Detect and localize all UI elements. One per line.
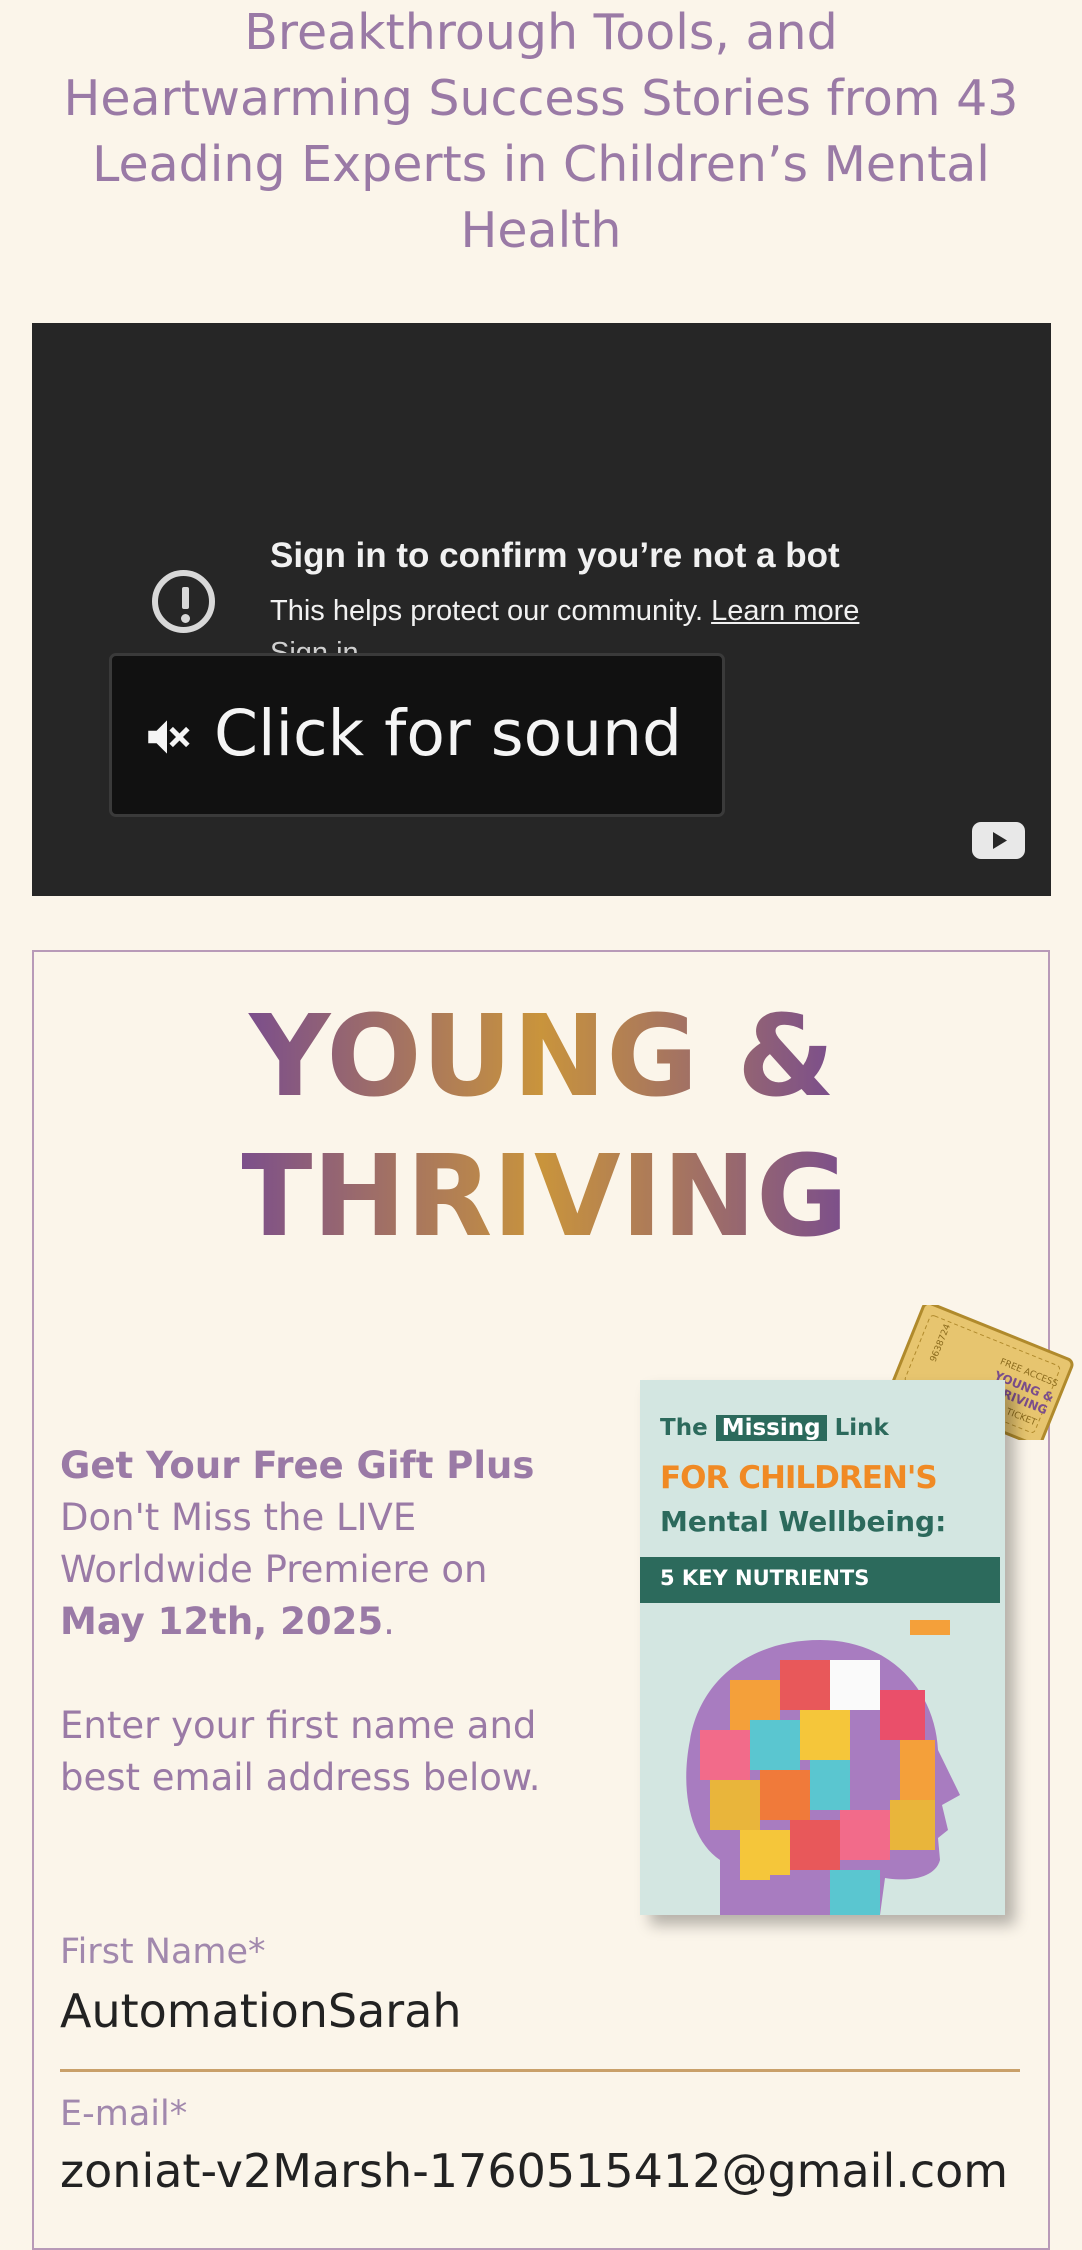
first-name-label: First Name* [60, 1932, 266, 1972]
promo-instruction: best email address below. [60, 1756, 541, 1799]
bot-check-title: Sign in to confirm you’re not a bot [270, 536, 840, 575]
bot-check-text: This helps protect our community. [270, 595, 704, 627]
page-headline: Breakthrough Tools, and Heartwarming Suc… [30, 0, 1052, 264]
book-title-line1: The Missing Link [660, 1415, 889, 1441]
ebook-cover: The Missing Link FOR CHILDREN'S Mental W… [640, 1380, 1005, 1915]
first-name-input[interactable] [60, 1980, 1020, 2042]
promo-heading: Get Your Free Gift Plus [60, 1444, 535, 1487]
alert-icon [152, 570, 215, 633]
svg-text:YOUNG &: YOUNG & [247, 992, 835, 1122]
sound-button-label: Click for sound [214, 697, 683, 770]
promo-line: Worldwide Premiere on [60, 1548, 488, 1591]
bot-check-subtitle: This helps protect our community. Learn … [270, 595, 859, 628]
headline-line: Breakthrough Tools, and [244, 4, 838, 61]
headline-line: Health [460, 202, 622, 259]
premiere-date: May 12th, 2025 [60, 1600, 384, 1643]
muted-speaker-icon [148, 720, 190, 754]
young-thriving-logo: YOUNG & THRIVING [236, 990, 848, 1262]
puzzle-head-illustration [686, 1620, 960, 1915]
book-title-line2: FOR CHILDREN'S [660, 1460, 938, 1496]
book-band: 5 KEY NUTRIENTS [640, 1557, 1000, 1603]
svg-text:THRIVING: THRIVING [242, 1132, 842, 1252]
email-label: E-mail* [60, 2094, 188, 2134]
click-for-sound-button[interactable]: Click for sound [109, 653, 725, 817]
first-name-underline [60, 2069, 1020, 2072]
headline-line: Heartwarming Success Stories from 43 [63, 70, 1019, 127]
headline-line: Leading Experts in Children’s Mental [92, 136, 990, 193]
promo-line: Don't Miss the LIVE [60, 1496, 417, 1539]
email-input[interactable] [60, 2140, 1020, 2202]
video-player[interactable]: Sign in to confirm you’re not a bot This… [32, 323, 1051, 896]
learn-more-link[interactable]: Learn more [711, 595, 859, 627]
promo-text: Get Your Free Gift Plus Don't Miss the L… [60, 1440, 620, 1804]
promo-instruction: Enter your first name and [60, 1704, 537, 1747]
book-title-line3: Mental Wellbeing: [660, 1505, 947, 1538]
youtube-icon[interactable] [972, 822, 1025, 859]
promo-date-line: May 12th, 2025. [60, 1600, 395, 1643]
